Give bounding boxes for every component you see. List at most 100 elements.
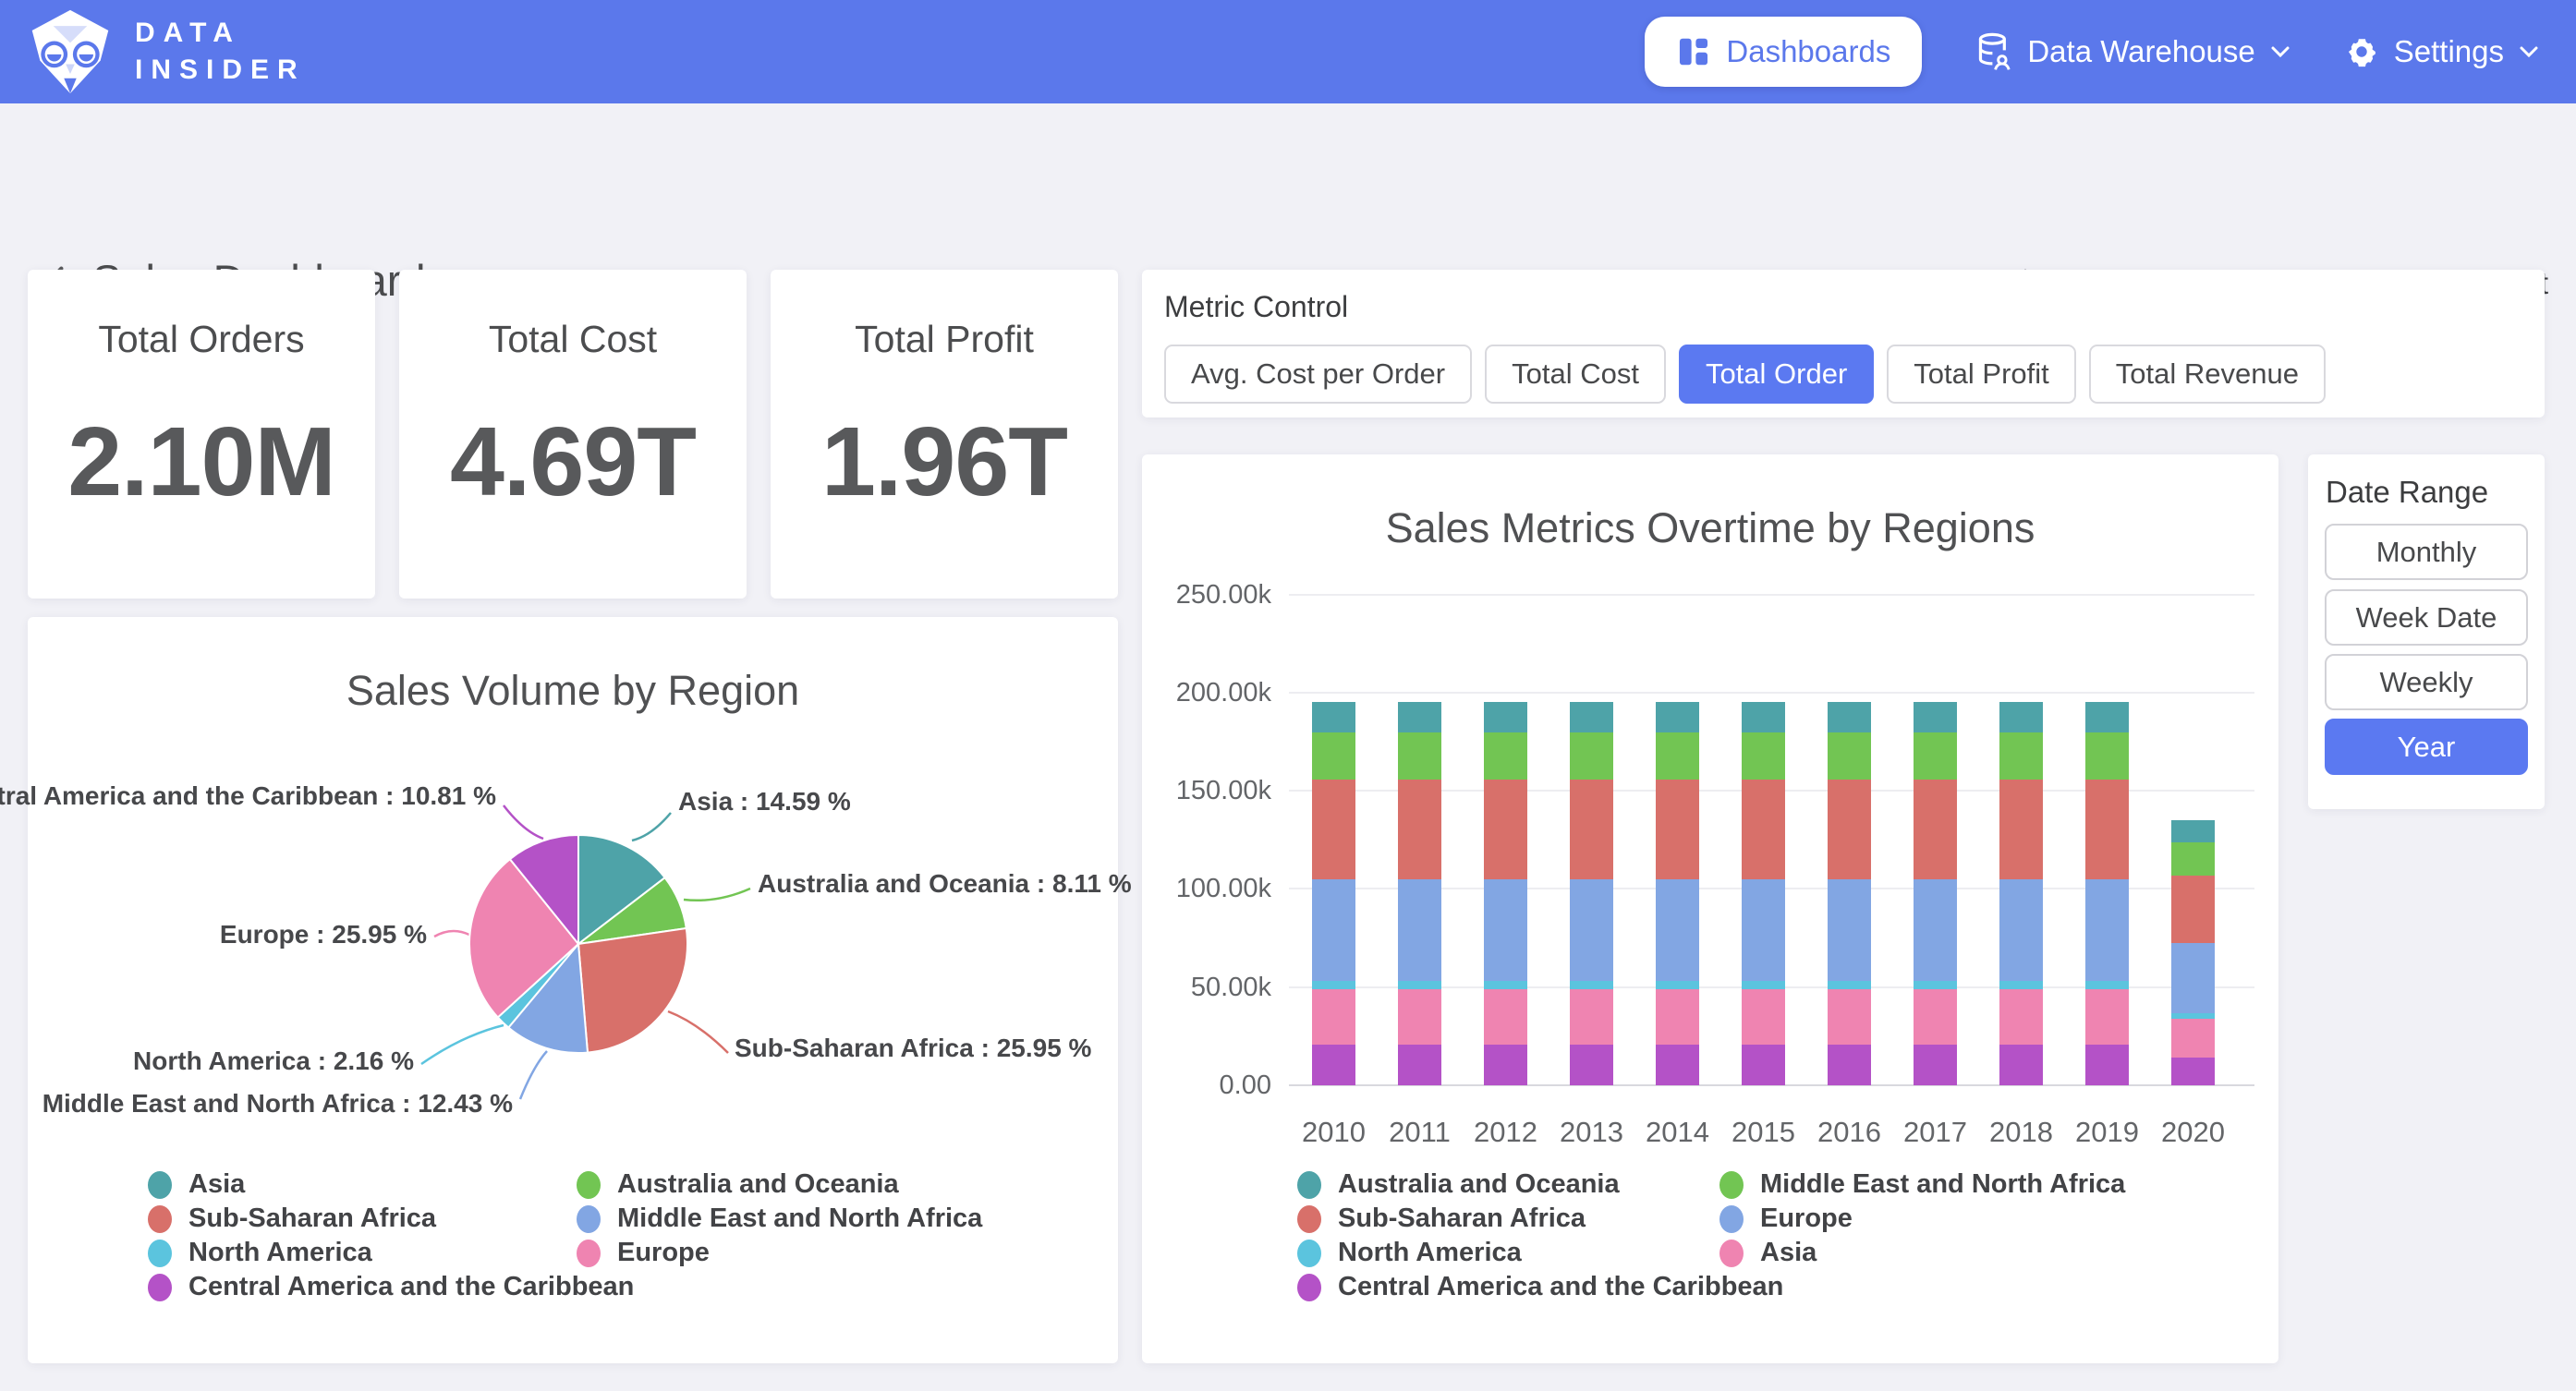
bar-segment-2011-sub-saharan-africa[interactable]: [1398, 780, 1441, 878]
bar-segment-2020-central-america-and-the-caribbean[interactable]: [2171, 1058, 2215, 1085]
pie-slice-sub-saharan-africa[interactable]: [578, 928, 687, 1053]
bar-segment-2014-asia[interactable]: [1656, 989, 1699, 1046]
bar-segment-2018-asia[interactable]: [1999, 989, 2043, 1046]
legend-item-australia-and-oceania[interactable]: Australia and Oceania: [1297, 1167, 1719, 1202]
bar-segment-2010-australia-and-oceania[interactable]: [1312, 702, 1355, 732]
bar-segment-2014-middle-east-and-north-africa[interactable]: [1656, 732, 1699, 780]
bar-segment-2015-europe[interactable]: [1742, 879, 1785, 982]
bar-segment-2011-middle-east-and-north-africa[interactable]: [1398, 732, 1441, 780]
bar-segment-2018-sub-saharan-africa[interactable]: [1999, 780, 2043, 878]
legend-item-middle-east-and-north-africa[interactable]: Middle East and North Africa: [1719, 1167, 2125, 1202]
bar-segment-2015-asia[interactable]: [1742, 989, 1785, 1046]
metric-option-total-revenue[interactable]: Total Revenue: [2089, 345, 2326, 404]
bar-segment-2011-europe[interactable]: [1398, 879, 1441, 982]
bar-segment-2017-north-america[interactable]: [1914, 981, 1957, 989]
bar-segment-2016-australia-and-oceania[interactable]: [1828, 702, 1871, 732]
bar-segment-2017-australia-and-oceania[interactable]: [1914, 702, 1957, 732]
legend-item-middle-east-and-north-africa[interactable]: Middle East and North Africa: [577, 1202, 982, 1236]
bar-segment-2010-central-america-and-the-caribbean[interactable]: [1312, 1045, 1355, 1085]
bar-segment-2010-asia[interactable]: [1312, 989, 1355, 1046]
bar-segment-2011-central-america-and-the-caribbean[interactable]: [1398, 1045, 1441, 1085]
bar-segment-2019-sub-saharan-africa[interactable]: [2085, 780, 2129, 878]
pie-chart[interactable]: [466, 831, 691, 1057]
bar-segment-2011-asia[interactable]: [1398, 989, 1441, 1046]
legend-item-europe[interactable]: Europe: [1719, 1202, 2125, 1236]
date-range-weekly[interactable]: Weekly: [2325, 654, 2528, 710]
bar-segment-2012-sub-saharan-africa[interactable]: [1484, 780, 1527, 878]
bar-segment-2015-north-america[interactable]: [1742, 981, 1785, 989]
bar-segment-2016-middle-east-and-north-africa[interactable]: [1828, 732, 1871, 780]
bar-segment-2012-central-america-and-the-caribbean[interactable]: [1484, 1045, 1527, 1085]
bar-segment-2012-middle-east-and-north-africa[interactable]: [1484, 732, 1527, 780]
bar-segment-2012-asia[interactable]: [1484, 989, 1527, 1046]
bar-segment-2015-middle-east-and-north-africa[interactable]: [1742, 732, 1785, 780]
bar-segment-2010-europe[interactable]: [1312, 879, 1355, 982]
legend-item-central-america-and-the-caribbean[interactable]: Central America and the Caribbean: [148, 1270, 577, 1304]
bar-segment-2020-asia[interactable]: [2171, 1019, 2215, 1058]
bar-segment-2017-sub-saharan-africa[interactable]: [1914, 780, 1957, 878]
bar-segment-2012-europe[interactable]: [1484, 879, 1527, 982]
bar-segment-2017-central-america-and-the-caribbean[interactable]: [1914, 1045, 1957, 1085]
legend-item-australia-and-oceania[interactable]: Australia and Oceania: [577, 1167, 982, 1202]
legend-item-europe[interactable]: Europe: [577, 1236, 982, 1270]
bar-segment-2016-north-america[interactable]: [1828, 981, 1871, 989]
date-range-year[interactable]: Year: [2325, 719, 2528, 775]
bar-segment-2017-asia[interactable]: [1914, 989, 1957, 1046]
bar-segment-2014-north-america[interactable]: [1656, 981, 1699, 989]
bar-segment-2016-europe[interactable]: [1828, 879, 1871, 982]
metric-option-total-profit[interactable]: Total Profit: [1887, 345, 2075, 404]
bar-segment-2013-australia-and-oceania[interactable]: [1570, 702, 1613, 732]
bar-segment-2013-asia[interactable]: [1570, 989, 1613, 1046]
bar-segment-2020-middle-east-and-north-africa[interactable]: [2171, 842, 2215, 875]
bar-segment-2017-middle-east-and-north-africa[interactable]: [1914, 732, 1957, 780]
bar-segment-2019-central-america-and-the-caribbean[interactable]: [2085, 1045, 2129, 1085]
bar-segment-2016-sub-saharan-africa[interactable]: [1828, 780, 1871, 878]
date-range-week-date[interactable]: Week Date: [2325, 589, 2528, 646]
data-warehouse-button[interactable]: Data Warehouse: [1975, 32, 2290, 71]
legend-item-asia[interactable]: Asia: [1719, 1236, 2125, 1270]
bar-segment-2012-north-america[interactable]: [1484, 981, 1527, 989]
bar-segment-2017-europe[interactable]: [1914, 879, 1957, 982]
legend-item-sub-saharan-africa[interactable]: Sub-Saharan Africa: [148, 1202, 577, 1236]
bar-segment-2018-central-america-and-the-caribbean[interactable]: [1999, 1045, 2043, 1085]
legend-item-sub-saharan-africa[interactable]: Sub-Saharan Africa: [1297, 1202, 1719, 1236]
bar-segment-2011-australia-and-oceania[interactable]: [1398, 702, 1441, 732]
bar-segment-2016-asia[interactable]: [1828, 989, 1871, 1046]
bar-segment-2013-north-america[interactable]: [1570, 981, 1613, 989]
bar-segment-2013-europe[interactable]: [1570, 879, 1613, 982]
bar-segment-2015-sub-saharan-africa[interactable]: [1742, 780, 1785, 878]
bar-segment-2018-middle-east-and-north-africa[interactable]: [1999, 732, 2043, 780]
bar-segment-2014-sub-saharan-africa[interactable]: [1656, 780, 1699, 878]
bar-segment-2014-central-america-and-the-caribbean[interactable]: [1656, 1045, 1699, 1085]
bar-segment-2015-central-america-and-the-caribbean[interactable]: [1742, 1045, 1785, 1085]
bar-segment-2010-north-america[interactable]: [1312, 981, 1355, 989]
legend-item-asia[interactable]: Asia: [148, 1167, 577, 1202]
bar-segment-2019-middle-east-and-north-africa[interactable]: [2085, 732, 2129, 780]
settings-button[interactable]: Settings: [2344, 34, 2539, 69]
bar-segment-2014-europe[interactable]: [1656, 879, 1699, 982]
bar-segment-2020-europe[interactable]: [2171, 943, 2215, 1014]
metric-option-total-order[interactable]: Total Order: [1679, 345, 1874, 404]
brand-logo[interactable]: DATA INSIDER: [26, 7, 306, 96]
metric-option-avg-cost-per-order[interactable]: Avg. Cost per Order: [1164, 345, 1472, 404]
bar-segment-2020-north-america[interactable]: [2171, 1013, 2215, 1018]
bar-segment-2016-central-america-and-the-caribbean[interactable]: [1828, 1045, 1871, 1085]
bar-segment-2014-australia-and-oceania[interactable]: [1656, 702, 1699, 732]
bar-segment-2019-asia[interactable]: [2085, 989, 2129, 1046]
bar-segment-2010-middle-east-and-north-africa[interactable]: [1312, 732, 1355, 780]
bar-segment-2018-europe[interactable]: [1999, 879, 2043, 982]
bar-segment-2019-australia-and-oceania[interactable]: [2085, 702, 2129, 732]
legend-item-north-america[interactable]: North America: [1297, 1236, 1719, 1270]
bar-segment-2013-sub-saharan-africa[interactable]: [1570, 780, 1613, 878]
bar-segment-2011-north-america[interactable]: [1398, 981, 1441, 989]
bar-segment-2019-europe[interactable]: [2085, 879, 2129, 982]
bar-segment-2018-north-america[interactable]: [1999, 981, 2043, 989]
bar-segment-2015-australia-and-oceania[interactable]: [1742, 702, 1785, 732]
bar-segment-2013-central-america-and-the-caribbean[interactable]: [1570, 1045, 1613, 1085]
legend-item-central-america-and-the-caribbean[interactable]: Central America and the Caribbean: [1297, 1270, 1719, 1304]
bar-segment-2020-sub-saharan-africa[interactable]: [2171, 876, 2215, 943]
bar-segment-2019-north-america[interactable]: [2085, 981, 2129, 989]
bar-segment-2020-australia-and-oceania[interactable]: [2171, 820, 2215, 842]
dashboards-button[interactable]: Dashboards: [1645, 17, 1922, 87]
bar-segment-2012-australia-and-oceania[interactable]: [1484, 702, 1527, 732]
